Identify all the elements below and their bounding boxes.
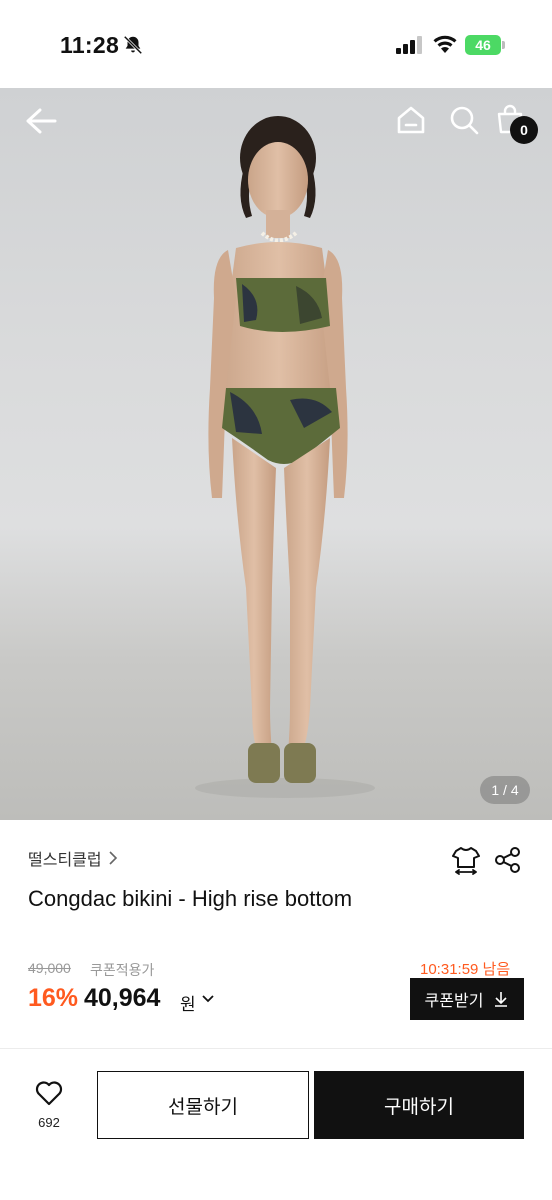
chevron-down-icon[interactable] xyxy=(201,994,215,1004)
cellular-signal-icon xyxy=(396,36,422,54)
model-photo xyxy=(195,116,375,798)
like-button[interactable]: 692 xyxy=(24,1080,74,1136)
back-arrow-icon[interactable] xyxy=(24,106,58,136)
chevron-right-icon xyxy=(109,851,117,865)
coupon-price-label: 쿠폰적용가 xyxy=(90,962,155,978)
cart-count-badge: 0 xyxy=(510,116,538,144)
share-icon[interactable] xyxy=(494,846,522,874)
buy-button-label: 구매하기 xyxy=(384,1096,454,1118)
image-page-counter: 1 / 4 xyxy=(480,776,530,804)
bell-off-icon xyxy=(123,35,143,55)
battery-tip xyxy=(502,41,505,49)
gift-button[interactable]: 선물하기 xyxy=(97,1071,309,1139)
gift-button-label: 선물하기 xyxy=(168,1096,238,1118)
divider xyxy=(0,1048,552,1049)
size-guide-tshirt-icon[interactable] xyxy=(452,845,480,875)
status-time: 11:28 xyxy=(60,32,120,58)
heart-icon xyxy=(35,1081,63,1106)
status-bar: 11:28 46 xyxy=(0,0,552,88)
product-title: Congdac bikini - High rise bottom xyxy=(28,886,353,911)
search-icon[interactable] xyxy=(448,104,480,136)
sale-price: 40,964 xyxy=(84,984,161,1012)
buy-button[interactable]: 구매하기 xyxy=(314,1071,524,1139)
download-icon xyxy=(495,992,508,1007)
discount-rate: 16% xyxy=(28,984,79,1012)
get-coupon-label: 쿠폰받기 xyxy=(424,993,484,1010)
like-count: 692 xyxy=(38,1115,60,1130)
product-image[interactable]: 0 1 / 4 xyxy=(0,88,552,820)
brand-link[interactable]: 떨스티클럽 xyxy=(28,846,118,870)
currency-unit: 원 xyxy=(180,995,196,1014)
home-icon[interactable] xyxy=(395,104,427,136)
wifi-icon xyxy=(433,35,457,53)
battery-level: 46 xyxy=(465,35,501,55)
coupon-countdown: 10:31:59 남음 xyxy=(420,961,511,978)
get-coupon-button[interactable]: 쿠폰받기 xyxy=(410,978,524,1020)
brand-name: 떨스티클럽 xyxy=(28,852,102,869)
battery-indicator: 46 xyxy=(465,35,505,55)
original-price: 49,000 xyxy=(28,960,71,976)
